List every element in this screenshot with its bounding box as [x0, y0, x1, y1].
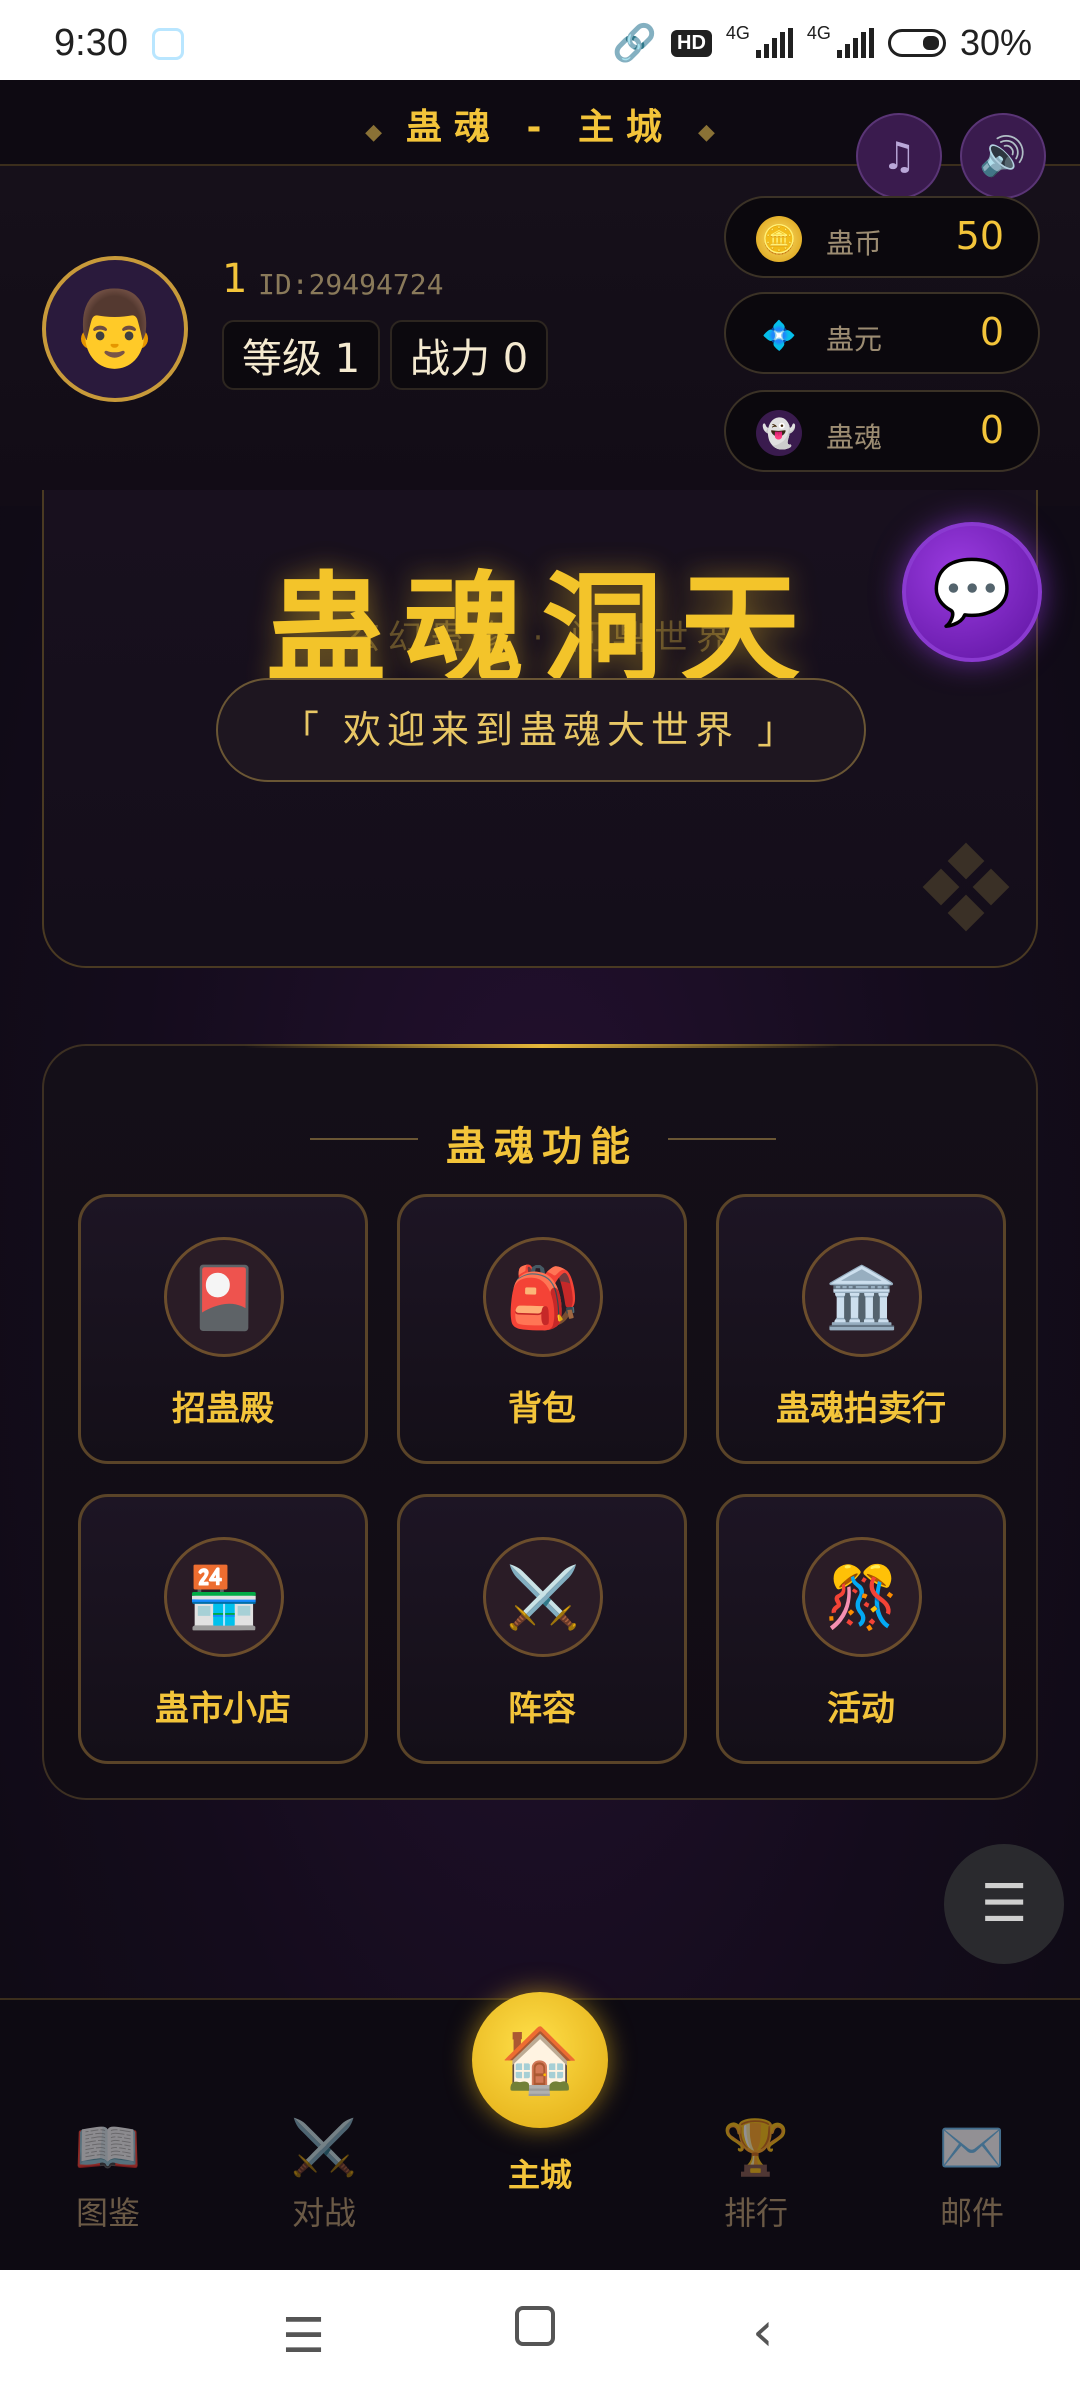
feature-backpack[interactable]: 🎒 背包: [397, 1194, 687, 1464]
nav-label-home: 主城: [507, 2156, 572, 2194]
app-notification-icon: [152, 28, 184, 60]
feature-events[interactable]: 🎊 活动: [716, 1494, 1006, 1764]
music-button[interactable]: ♫: [856, 113, 942, 199]
sound-button[interactable]: 🔊: [960, 113, 1046, 199]
level-chip: 等级 1: [222, 320, 381, 390]
network-label-2: 4G: [806, 22, 831, 43]
signal-icon-2: [836, 28, 874, 58]
ghost-icon: 👻: [756, 410, 802, 456]
feature-label: 蛊魂拍卖行: [776, 1389, 946, 1429]
battery-icon: [887, 29, 946, 57]
card-icon: 🎴: [164, 1237, 284, 1357]
mail-icon: ✉️: [938, 2116, 1006, 2179]
nav-item-home[interactable]: 🏠: [472, 1992, 608, 2128]
network-label-1: 4G: [725, 22, 750, 43]
game-screen: ◆ 蛊魂 - 主城 ◆ ♫ 🔊 👨 1 ID:29494724 等级 1 战力 0 …: [0, 80, 1080, 2272]
feature-summon-hall[interactable]: 🎴 招蛊殿: [78, 1194, 368, 1464]
player-id: ID:29494724: [258, 268, 444, 301]
player-name: 1: [222, 256, 248, 302]
feature-auction-house[interactable]: 🏛️ 蛊魂拍卖行: [716, 1194, 1006, 1464]
speaker-icon: 🔊: [979, 133, 1027, 178]
chat-button[interactable]: 💬: [902, 522, 1042, 662]
currency-value: 0: [979, 408, 1004, 452]
feature-label: 蛊市小店: [155, 1689, 291, 1729]
bottom-nav: 📖 图鉴 ⚔️ 对战 🏠 主城 🏆 排行 ✉️ 邮件: [0, 1992, 1080, 2272]
chat-bubble-icon: 💬: [932, 555, 1012, 630]
currency-soul[interactable]: 👻 蛊魂 0: [724, 390, 1040, 472]
auction-building-icon: 🏛️: [802, 1237, 922, 1357]
currency-label: 蛊币: [826, 227, 883, 260]
hd-badge: HD: [671, 29, 712, 57]
trophy-icon: 🏆: [722, 2116, 790, 2179]
system-nav-bar: ☰ ‹: [0, 2270, 1080, 2400]
nav-item-codex[interactable]: 📖 图鉴: [33, 2116, 183, 2234]
link-icon: 🔗: [612, 22, 658, 63]
currency-value: 50: [955, 214, 1004, 258]
avatar[interactable]: 👨: [42, 256, 188, 402]
diamond-icon-left: ◆: [365, 120, 382, 145]
feature-label: 招蛊殿: [172, 1389, 274, 1429]
nav-item-battle[interactable]: ⚔️ 对战: [249, 2116, 399, 2234]
feature-lineup[interactable]: ⚔️ 阵容: [397, 1494, 687, 1764]
feature-label: 活动: [827, 1689, 895, 1729]
features-title: 蛊魂功能: [446, 1124, 638, 1170]
nav-item-mail[interactable]: ✉️ 邮件: [897, 2116, 1047, 2234]
book-icon: 📖: [74, 2116, 142, 2179]
coin-icon: 🪙: [756, 216, 802, 262]
home-square-icon[interactable]: [515, 2306, 555, 2346]
feature-label: 阵容: [508, 1689, 576, 1729]
diamond-cluster-icon: [922, 842, 1010, 932]
status-right: 🔗 HD 4G 4G 30%: [612, 22, 1032, 64]
nav-label: 排行: [723, 2194, 788, 2232]
status-time: 9:30: [54, 22, 128, 64]
features-panel: 蛊魂功能 🎴 招蛊殿 🎒 背包 🏛️ 蛊魂拍卖行 🏪 蛊市小店 ⚔️ 阵容 🎊 …: [42, 1044, 1038, 1800]
hamburger-icon: ☰: [980, 1874, 1028, 1934]
battery-percent: 30%: [959, 22, 1032, 63]
nav-item-ranking[interactable]: 🏆 排行: [681, 2116, 831, 2234]
currency-crystal[interactable]: 💠 蛊元 0: [724, 292, 1040, 374]
backpack-icon: 🎒: [483, 1237, 603, 1357]
divider-right: [668, 1138, 776, 1140]
currency-label: 蛊元: [826, 323, 883, 356]
welcome-banner: 「 欢迎来到蛊魂大世界 」: [216, 678, 866, 782]
feature-shop[interactable]: 🏪 蛊市小店: [78, 1494, 368, 1764]
crossed-swords-icon: ⚔️: [483, 1537, 603, 1657]
nav-label: 对战: [291, 2194, 356, 2232]
currency-value: 0: [979, 310, 1004, 354]
menu-button[interactable]: ☰: [944, 1844, 1064, 1964]
recent-apps-icon[interactable]: ☰: [282, 2308, 325, 2364]
nav-label: 邮件: [939, 2194, 1004, 2232]
avatar-face-icon: 👨: [68, 285, 162, 372]
panel-glow-line: [244, 1044, 840, 1048]
nav-label: 图鉴: [75, 2194, 140, 2232]
diamond-icon-right: ◆: [698, 120, 715, 145]
page-title: 蛊魂 - 主城: [405, 107, 674, 148]
crystal-icon: 💠: [761, 318, 797, 352]
party-icon: 🎊: [802, 1537, 922, 1657]
currency-label: 蛊魂: [826, 421, 883, 454]
power-chip: 战力 0: [390, 320, 549, 390]
shop-icon: 🏪: [164, 1537, 284, 1657]
home-icon: 🏠: [500, 2023, 580, 2098]
crossed-swords-icon: ⚔️: [290, 2116, 358, 2179]
currency-coin[interactable]: 🪙 蛊币 50: [724, 196, 1040, 278]
music-note-icon: ♫: [881, 134, 917, 178]
status-bar: 9:30 🔗 HD 4G 4G 30%: [0, 0, 1080, 80]
hero-banner: 玄幻蛊修 · 问鼎世界 蛊魂洞天 「 欢迎来到蛊魂大世界 」: [42, 490, 1038, 968]
feature-label: 背包: [508, 1389, 576, 1429]
back-chevron-icon[interactable]: ‹: [752, 2300, 774, 2363]
signal-icon-1: [755, 28, 793, 58]
